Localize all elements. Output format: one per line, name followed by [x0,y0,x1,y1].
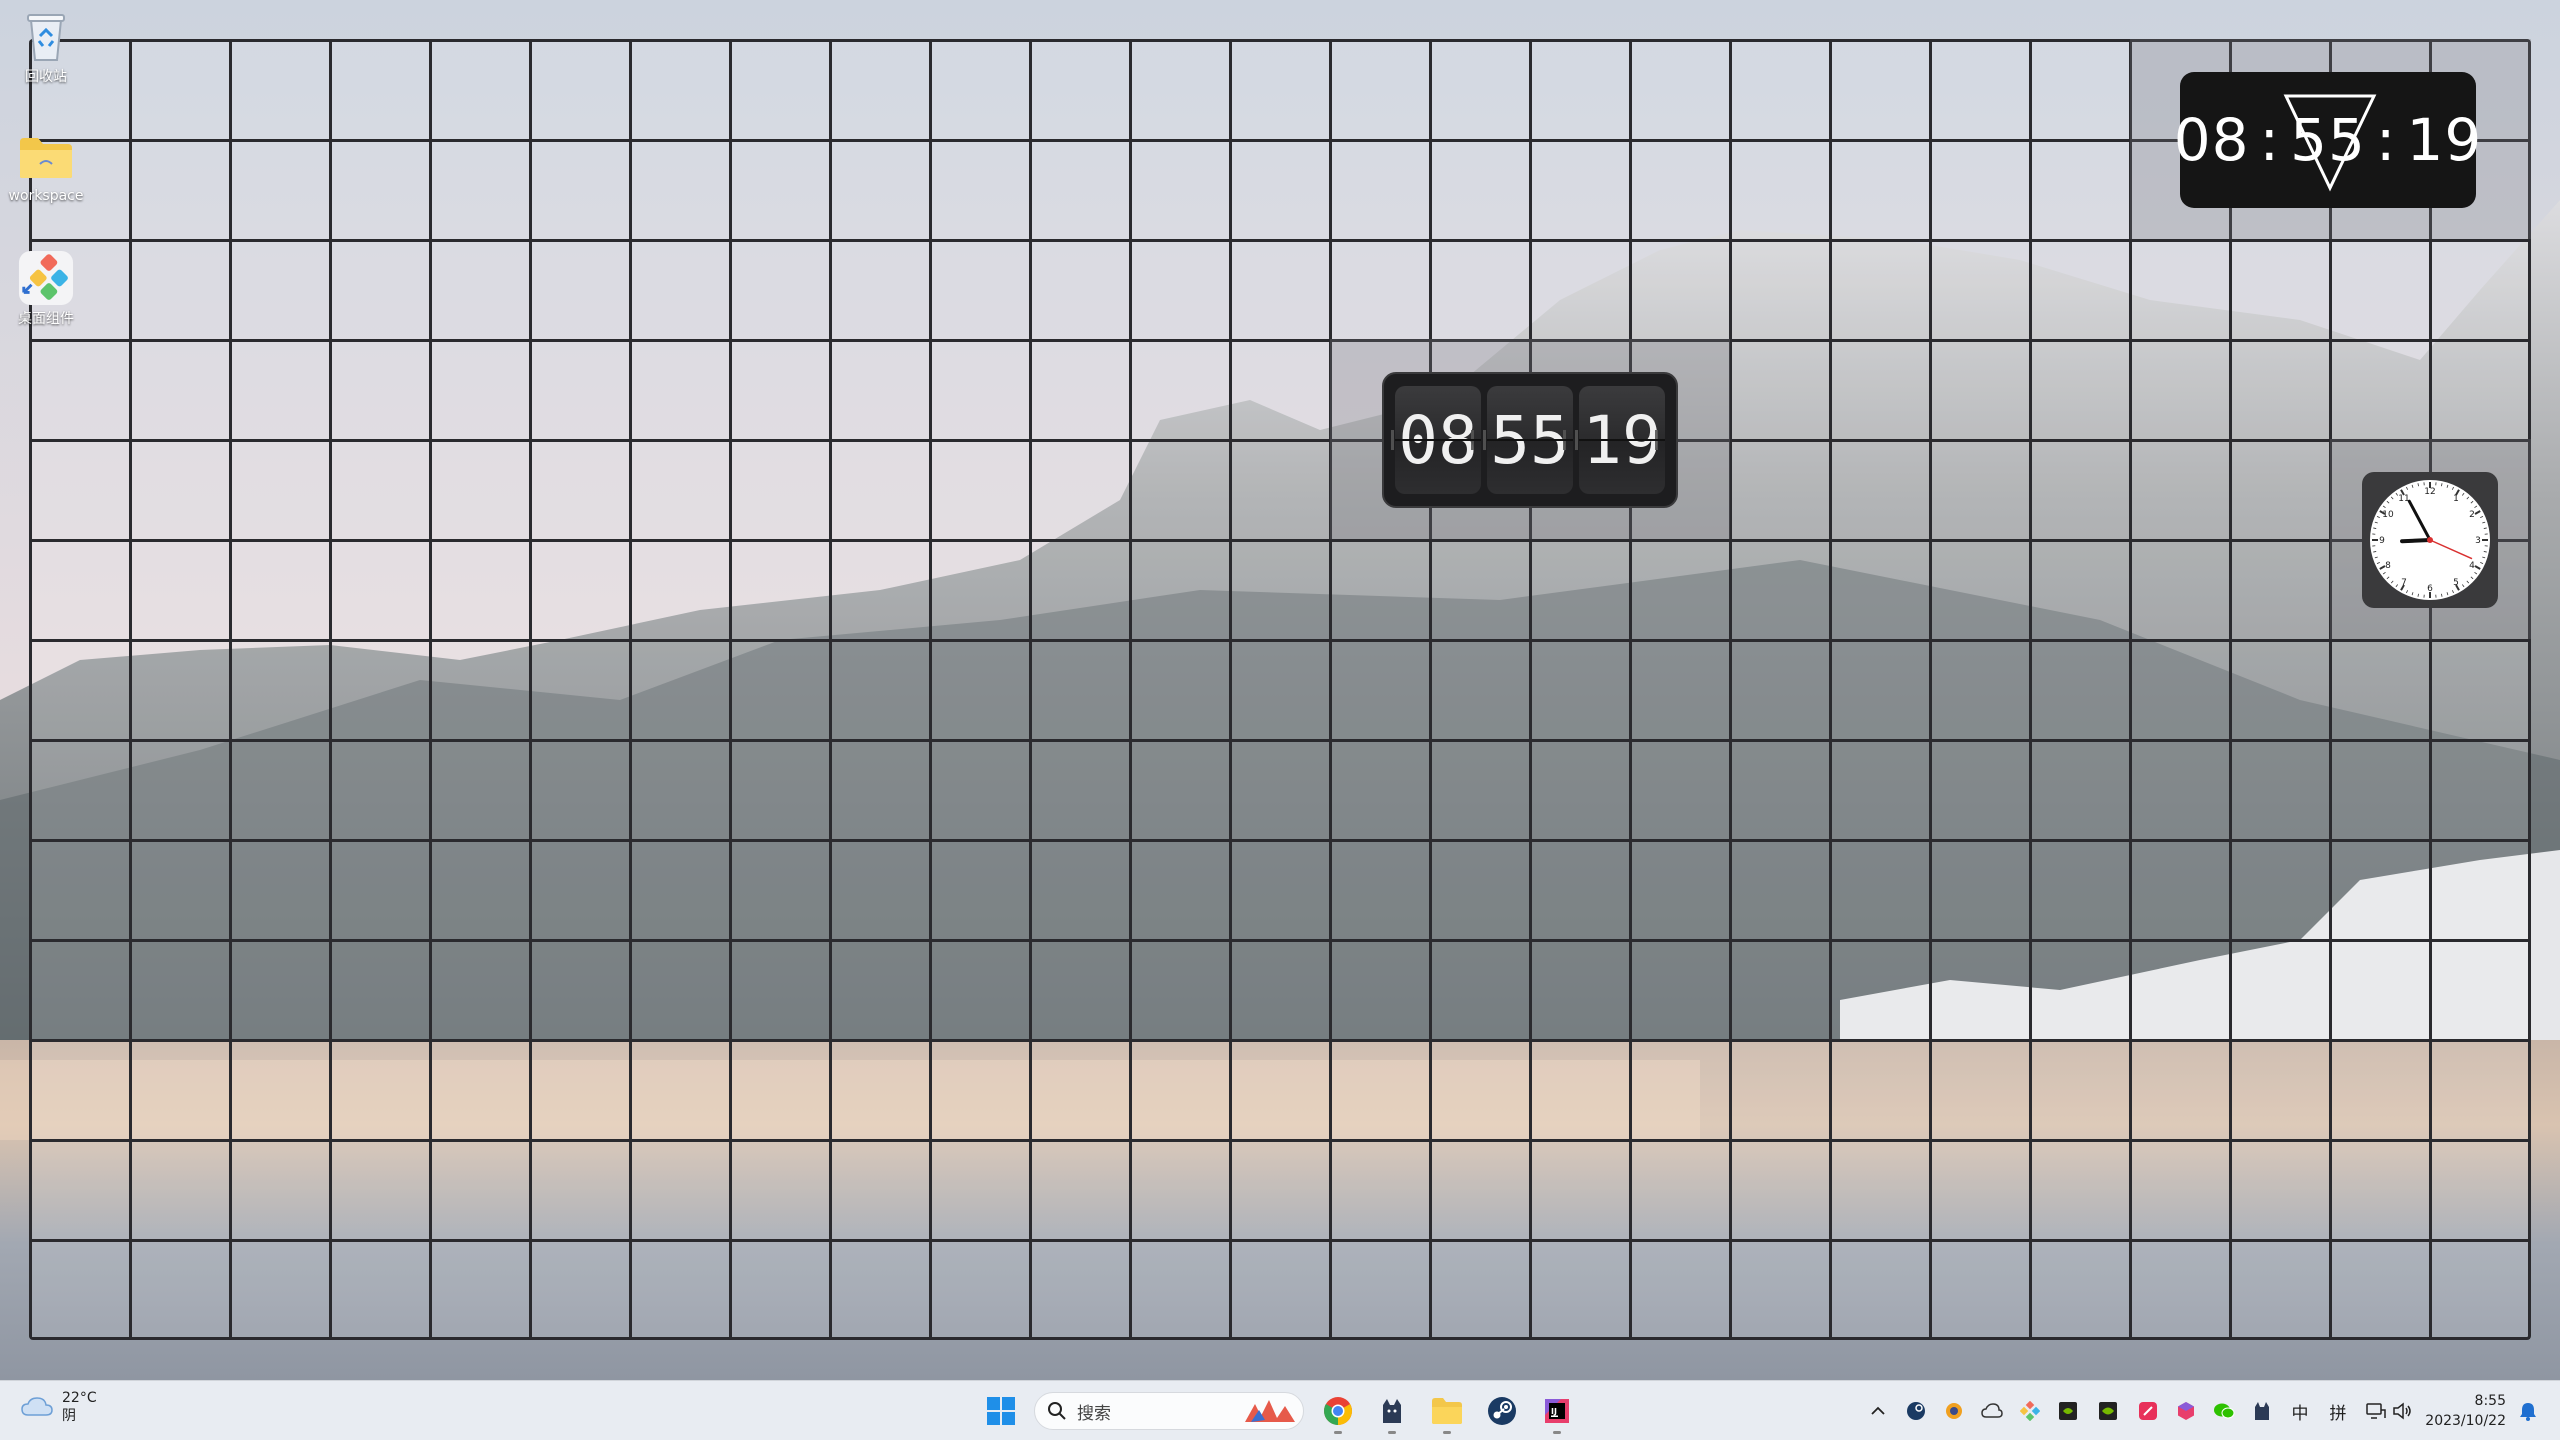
steam-tray-icon[interactable] [1904,1399,1928,1423]
steam-icon [1488,1397,1516,1425]
onedrive-icon[interactable] [1980,1399,2004,1423]
network-icon[interactable] [2364,1399,2388,1423]
weather-condition: 阴 [62,1408,76,1424]
analog-clock-face: 12 12 3 45 6 78 9 10 11 [2370,480,2490,600]
analog-clock-widget[interactable]: 12 1 2 3 45 6 78 9 10 11 [2362,472,2498,608]
volume-icon[interactable] [2390,1399,2414,1423]
svg-text:6: 6 [2427,584,2433,594]
svg-text:11: 11 [2398,494,2409,504]
ime-mode-indicator[interactable]: 中 [2288,1399,2312,1424]
svg-text:5: 5 [2453,578,2459,588]
cloud-icon [21,1397,53,1416]
taskbar-app-jetbrains[interactable]: IJ [1535,1389,1579,1434]
clock-hour-hand [2400,538,2432,544]
svg-text:2: 2 [2469,510,2475,520]
app-tray-icon[interactable] [1942,1399,1966,1423]
wechat-icon[interactable] [2212,1399,2236,1423]
svg-text:10: 10 [2382,510,2394,520]
start-button[interactable] [979,1389,1023,1433]
clock-separator: : [2375,106,2397,174]
svg-text:8: 8 [2385,561,2391,571]
taskbar-app-cat[interactable] [1370,1389,1414,1434]
windows-logo-icon [987,1397,1015,1425]
show-hidden-icons-chevron-icon[interactable] [1866,1399,1890,1423]
chrome-icon [1324,1397,1352,1425]
svg-text:IJ: IJ [1551,1407,1557,1416]
flip-clock-widget[interactable]: 08 55 19 [1382,372,1678,508]
desktop-icon-label: 桌面组件 [18,311,74,327]
folder-icon [18,130,74,186]
nvidia-broadcast-icon[interactable] [2096,1399,2120,1423]
ime-layout-indicator[interactable]: 拼 [2326,1399,2350,1424]
search-icon [1048,1402,1066,1420]
search-highlight-icon [1245,1400,1295,1422]
svg-text:9: 9 [2379,536,2385,546]
flip-minute: 55 [1483,386,1577,494]
desktop-icon-label: workspace [8,188,84,204]
taskbar-search[interactable]: 搜索 [1034,1392,1304,1430]
nvidia-icon[interactable] [2056,1399,2080,1423]
clock-second: 19 [2406,106,2483,174]
folder-icon [1432,1398,1462,1424]
desktop-icon-label: 回收站 [25,69,67,85]
app-cube-tray-icon[interactable] [2174,1399,2198,1423]
taskbar-clock[interactable]: 8:55 2023/10/22 [2425,1391,2506,1431]
search-placeholder: 搜索 [1077,1403,1111,1424]
taskbar-app-steam[interactable] [1480,1389,1524,1433]
flip-second: 19 [1575,386,1669,494]
svg-text:3: 3 [2475,536,2481,546]
clock-hour: 08 [2173,106,2250,174]
widgets-tray-icon[interactable] [2018,1399,2042,1423]
taskbar-app-file-explorer[interactable] [1425,1389,1469,1434]
flip-hour: 08 [1391,386,1485,494]
triangle-decoration-icon [2283,94,2377,192]
desktop-widgets-app-icon [18,250,74,306]
taskbar-app-chrome[interactable] [1316,1389,1360,1434]
cat-icon [1383,1399,1401,1423]
svg-text:7: 7 [2401,578,2407,588]
svg-text:12: 12 [2424,487,2435,497]
desktop-icon-recycle-bin[interactable]: 回收站 [8,8,84,86]
taskbar: 22°C 阴 搜索 IJ 中 拼 8:55 2023/10/22 [0,1380,2560,1440]
cat-tray-icon[interactable] [2250,1399,2274,1423]
clock-separator: : [2259,106,2281,174]
taskbar-time: 8:55 [2474,1393,2506,1409]
weather-widget[interactable]: 22°C 阴 [20,1389,97,1425]
svg-text:1: 1 [2453,494,2459,504]
recycle-bin-icon [18,8,74,64]
svg-text:4: 4 [2469,561,2475,571]
notification-bell-icon[interactable] [2516,1399,2540,1423]
digital-clock-widget[interactable]: 08 : 55 : 19 [2174,72,2481,208]
weather-temperature: 22°C [62,1390,97,1406]
app-red-tray-icon[interactable] [2136,1399,2160,1423]
system-tray: 中 拼 8:55 2023/10/22 [1800,1381,2560,1440]
desktop-icon-widgets-app[interactable]: 桌面组件 [8,250,84,328]
desktop-icon-workspace[interactable]: workspace [8,130,84,204]
taskbar-date: 2023/10/22 [2425,1413,2506,1429]
jetbrains-icon: IJ [1545,1399,1569,1423]
